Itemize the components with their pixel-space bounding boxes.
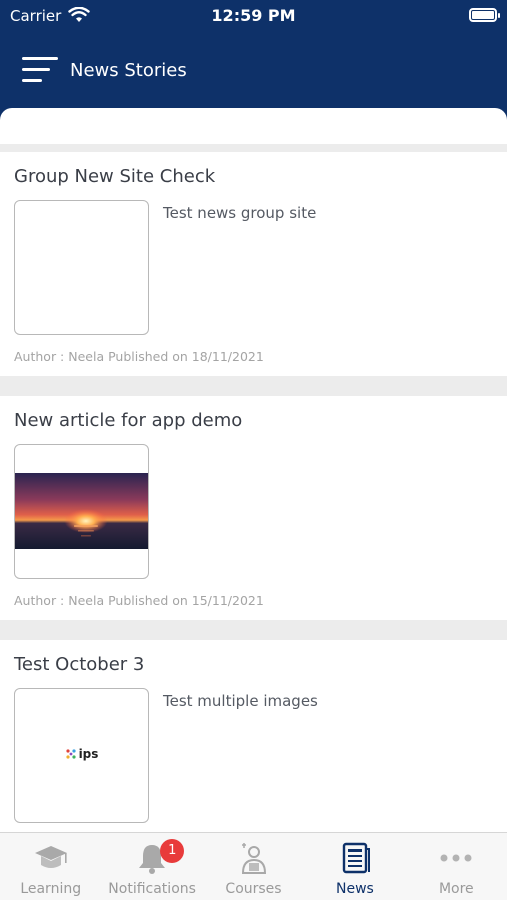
graduation-cap-icon [34,846,67,868]
tab-notifications[interactable]: 1 Notifications [101,833,202,900]
ips-logo-mark [65,749,76,759]
news-card[interactable]: Test October 3 ips Test multiple images [0,640,507,832]
courses-icon [241,843,266,874]
news-title: Test October 3 [14,654,145,675]
news-title: New article for app demo [14,410,243,431]
ips-logo: ips [15,747,148,761]
tab-learning[interactable]: Learning [0,833,101,900]
news-thumbnail[interactable]: ips [14,688,149,823]
news-thumbnail[interactable] [14,200,149,335]
news-meta [14,823,493,832]
tab-label: Notifications [108,881,196,897]
tab-more[interactable]: More [406,833,507,900]
ips-logo-text: ips [78,747,99,761]
tab-label: News [336,881,374,897]
news-meta: Author : Neela Published on 18/11/2021 [14,349,264,364]
battery-icon [469,8,500,22]
content-sheet-top [0,108,507,144]
tab-label: Learning [20,881,82,897]
menu-icon[interactable] [22,55,60,85]
tab-label: More [438,881,474,897]
news-icon [342,842,370,874]
news-card[interactable]: New article for app demo Author: Neela … [0,396,507,620]
tab-courses[interactable]: Courses [203,833,304,900]
news-title: Group New Site Check [14,166,216,187]
news-description: Test multiple images [163,692,318,710]
status-bar: Carrier 12:59 PM [0,0,507,32]
tab-bar: Learning 1 Notifications Courses News Mo… [0,832,507,900]
notification-badge: 1 [160,839,185,863]
sunset-image [15,473,148,549]
tab-label: Courses [225,881,282,897]
news-card[interactable]: Group New Site Check Test news group sit… [0,152,507,376]
news-description: Test news group site [163,204,317,222]
news-list[interactable]: Group New Site Check Test news group sit… [0,152,507,832]
tab-news[interactable]: News [304,833,405,900]
news-meta: Author : Neela Published on 15/11/2021 [14,593,264,608]
news-thumbnail[interactable] [14,444,149,579]
page-title: News Stories [70,60,187,81]
more-icon [440,854,472,862]
status-time: 12:59 PM [211,6,296,25]
